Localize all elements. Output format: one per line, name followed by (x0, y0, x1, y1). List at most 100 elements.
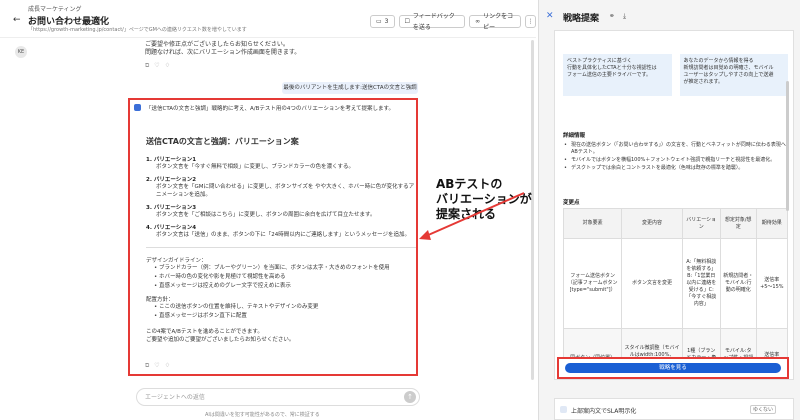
box-line: あなたのデータから情報を得る (683, 58, 754, 64)
conversation-header: 成長マーケティング ← お問い合わせ最適化 ⌄ 「https://growth-… (0, 0, 536, 38)
next-strategy-card[interactable]: 上部案内文でSLA明示化 ゆくない (554, 398, 794, 420)
header-actions: ▭ 3 ☐ フィードバックを送る ∞ リンクをコピー ⋮ (370, 13, 536, 31)
table-cell: A:「無料相談を依頼する」B:「1営業日以内に連絡を受ける」C:「今すぐ相談内容… (681, 238, 721, 329)
variation-desc: ボタン文言を「今すぐ無料で相談」に変更し、ブランドカラーの色を濃くする。 (156, 164, 355, 170)
close-icon[interactable]: ✕ (546, 11, 554, 21)
arrow-up-icon: ↑ (407, 393, 413, 401)
variation-item: 2. バリエーション2 ボタン文言を「GMに問い合わせる」に変更し、ボタンサイズ… (146, 175, 416, 199)
ai-disclaimer: AIは間違いを犯す可能性があるので、常に検証する (205, 412, 320, 418)
feedback-button[interactable]: ☐ フィードバックを送る (398, 13, 466, 31)
thumbs-down-icon[interactable]: ♢ (165, 362, 170, 370)
table-header: 期待効果 (755, 208, 789, 239)
detail-item: モバイルではボタンを横幅100%＋フォントウェイト強調で親指リーチと視認性を最適… (563, 157, 788, 164)
copy-icon[interactable]: ⧉ (145, 62, 149, 70)
detail-item: デスクトップでは余白とコントラストを最適化（色味は既存の標準を踏襲）。 (563, 165, 788, 172)
box-line: フォーム送信の主要ドライバーです。 (567, 72, 651, 78)
box-line: 新規訪問者は目覚めの明確さ、モバイル (683, 65, 774, 71)
variation-desc: ボタン文言を「GMに問い合わせる」に変更し、ボタンサイズを やや大きく、ホバー時… (156, 184, 415, 198)
variation-item: 4. バリエーション4 ボタン文言は「送信」のまま、ボタンの下に「24時間以内に… (146, 223, 416, 239)
reply-input[interactable] (145, 391, 395, 404)
variation-desc: ボタン文言を「ご相談はこちら」に変更し、ボタンの周囲に余白を広げて目立たせます。 (156, 212, 376, 218)
app-root: 成長マーケティング ← お問い合わせ最適化 ⌄ 「https://growth-… (0, 0, 800, 420)
variation-head: 2. バリエーション2 (146, 177, 197, 183)
table-header: バリエーション (681, 208, 721, 239)
table-cell: 送信率+5〜15% (755, 238, 789, 329)
table-header: 対象要素 (562, 208, 623, 239)
guide-item: ホバー時の色の変化や影を見極けて視認性を高める (146, 273, 416, 282)
table-header-row: 対象要素 変更内容 バリエーション 想定対象/想定 期待効果 (562, 208, 789, 239)
variation-head: 4. バリエーション4 (146, 225, 197, 231)
panel-title: 戦略提案 (563, 14, 600, 24)
send-button[interactable]: ↑ (404, 391, 416, 403)
panel-scrollbar[interactable] (786, 81, 789, 211)
thumbs-up-icon[interactable]: ♡ (154, 362, 159, 370)
folder-count: 3 (384, 18, 389, 25)
user-message-bubble: 最後のバリアントを生成します:送信CTAの文言と強調 (282, 82, 418, 94)
insight-boxes: ベストプラクティスに基づく 行動を具体化したCTAと十分な視認性は フォーム送信… (563, 54, 788, 96)
view-strategy-button[interactable]: 戦略を見る (565, 363, 781, 373)
table-cell: フォーム送信ボタン（記事フォームボタン[type="submit"]） (562, 238, 623, 329)
box-line: 行動を具体化したCTAと十分な視認性は (567, 65, 657, 71)
thumbs-up-icon[interactable]: ♡ (154, 62, 159, 70)
prev-message-line: ご要望や修正点がございましたらお知らせください。 (145, 41, 289, 48)
next-strategy-badge: ゆくない (750, 405, 777, 414)
box-line: ユーザーはタップしやすさの向上で送避 (683, 72, 774, 78)
download-icon[interactable]: ⤓ (623, 12, 626, 21)
message-tools: ⧉ ♡ ♢ (145, 62, 170, 70)
data-insight-box: あなたのデータから情報を得る 新規訪問者は目覚めの明確さ、モバイル ユーザーはタ… (679, 54, 788, 96)
folder-count-button[interactable]: ▭ 3 (370, 15, 395, 28)
detail-item: 現在の送信ボタン（「お問い合わせする」）の文言を、行動とベネフィットが同時に伝わ… (563, 142, 788, 156)
strategy-icon (560, 406, 567, 413)
closing-line: この4案でA/Bテストを進めることができます。 (146, 329, 263, 335)
table-header: 変更内容 (621, 208, 683, 239)
box-line: が推定されます。 (683, 79, 724, 85)
folder-icon: ▭ (376, 18, 382, 25)
thumbs-down-icon[interactable]: ♢ (165, 62, 170, 70)
reply-input-container: ↑ (136, 388, 420, 406)
annotation-arrow-icon (419, 192, 525, 240)
table-header: 想定対象/想定 (719, 208, 757, 239)
table-row: フォーム送信ボタン（記事フォームボタン[type="submit"]） ボタン文… (562, 238, 789, 329)
variations-title: 送信CTAの文言と強調：バリエーション案 (146, 137, 299, 146)
copy-icon[interactable]: ⧉ (145, 362, 149, 370)
link-icon: ∞ (475, 18, 481, 25)
divider (146, 247, 416, 248)
strategy-panel: ✕ 戦略提案 ⚭ ⤓ ベストプラクティスに基づく 行動を具体化したCTAと十分な… (538, 0, 800, 420)
best-practice-box: ベストプラクティスに基づく 行動を具体化したCTAと十分な視認性は フォーム送信… (563, 54, 672, 96)
chevron-down-icon[interactable]: ⌄ (98, 15, 104, 23)
feedback-label: フィードバックを送る (412, 12, 455, 31)
more-vertical-icon: ⋮ (527, 18, 534, 25)
strategy-card: ベストプラクティスに基づく 行動を具体化したCTAと十分な視認性は フォーム送信… (554, 30, 794, 380)
ai-response-intro: 「送信CTAの文言と強調」戦略的に考え、A/Bテスト用の4つのバリエーションを考… (146, 106, 394, 112)
table-cell: ボタン文言を変更 (621, 238, 683, 329)
changes-table: 対象要素 変更内容 バリエーション 想定対象/想定 期待効果 フォーム送信ボタン… (562, 208, 789, 379)
variation-item: 3. バリエーション3 ボタン文言を「ご相談はこちら」に変更し、ボタンの周囲に余… (146, 203, 416, 219)
copy-link-label: リンクをコピー (483, 12, 514, 31)
ai-response-card: 「送信CTAの文言と強調」戦略的に考え、A/Bテスト用の4つのバリエーションを考… (128, 98, 418, 376)
back-arrow-icon[interactable]: ← (13, 15, 21, 25)
user-avatar[interactable]: KE (15, 46, 27, 58)
breadcrumb[interactable]: 成長マーケティング (28, 4, 82, 13)
detail-list: 現在の送信ボタン（「お問い合わせする」）の文言を、行動とベネフィットが同時に伝わ… (563, 142, 788, 173)
guide-title: デザインガイドライン： (146, 258, 207, 264)
response-tools: ⧉ ♡ ♢ (145, 362, 170, 370)
copy-link-button[interactable]: ∞ リンクをコピー (469, 13, 522, 31)
prev-message-line: 問題なければ、次にバリエーション作成画面を開きます。 (145, 49, 301, 56)
ai-agent-icon (134, 104, 141, 111)
link-icon[interactable]: ⚭ (609, 12, 615, 20)
variation-head: 3. バリエーション3 (146, 205, 197, 211)
place-item: ここの送信ボタンの位置を維持し、テキストやデザインのみ変更 (146, 303, 416, 312)
table-cell: 新規訪問者・モバイル:行動の明確化 (719, 238, 757, 329)
variation-head: 1. バリエーション1 (146, 157, 197, 163)
variation-desc: ボタン文言は「送信」のまま、ボタンの下に「24時間以内にご連絡します」というメッ… (156, 232, 411, 238)
changes-title: 変更点 (563, 200, 580, 206)
guide-item: ブランドカラー（例：ブルーやグリーン）を当面に、ボタンは太字・大きめのフォントを… (146, 264, 416, 273)
detail-title: 詳細情報 (563, 133, 586, 139)
ai-response-body: 送信CTAの文言と強調：バリエーション案 1. バリエーション1 ボタン文言を「… (146, 136, 416, 343)
guide-item: 直感メッセージは控えめのグレー文字で控えめに表示 (146, 282, 416, 291)
next-strategy-title: 上部案内文でSLA明示化 (571, 408, 637, 415)
more-menu-button[interactable]: ⋮ (525, 15, 536, 28)
closing-line: ご要望や追加のご要望がございましたらお知らせください。 (146, 337, 295, 343)
variation-item: 1. バリエーション1 ボタン文言を「今すぐ無料で相談」に変更し、ブランドカラー… (146, 155, 416, 171)
box-line: ベストプラクティスに基づく (567, 58, 632, 64)
